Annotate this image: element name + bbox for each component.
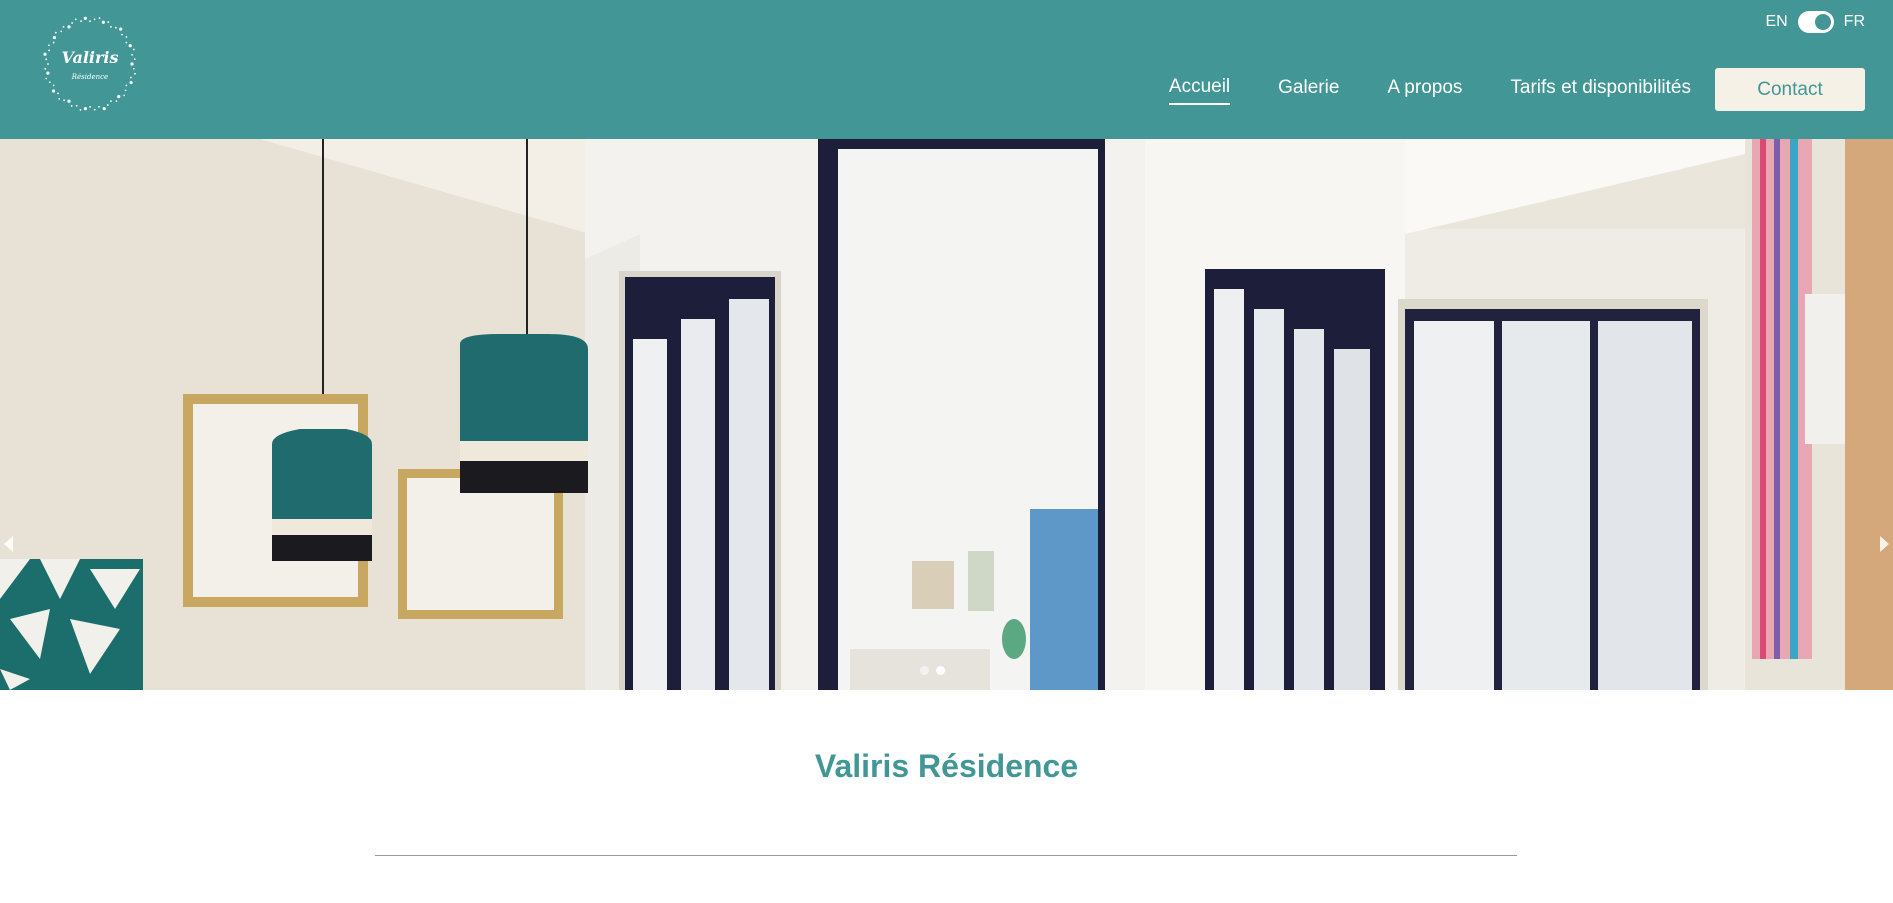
logo-subtitle: Résidence bbox=[71, 73, 108, 81]
nav-accueil[interactable]: Accueil bbox=[1168, 75, 1231, 105]
site-header: Valiris Résidence EN FR Accueil Galerie … bbox=[0, 0, 1893, 139]
hero-image bbox=[0, 139, 1893, 690]
carousel-dot-2[interactable] bbox=[936, 666, 945, 675]
divider bbox=[375, 855, 1517, 856]
main-nav: Accueil Galerie A propos Tarifs et dispo… bbox=[1168, 68, 1865, 111]
arrow-right-icon[interactable] bbox=[1880, 536, 1889, 552]
nav-galerie[interactable]: Galerie bbox=[1278, 76, 1339, 104]
carousel-dot-1[interactable] bbox=[920, 666, 929, 675]
nav-tarifs[interactable]: Tarifs et disponibilités bbox=[1510, 76, 1691, 104]
logo-name: Valiris bbox=[62, 48, 119, 67]
nav-a-propos[interactable]: A propos bbox=[1387, 76, 1462, 104]
logo[interactable]: Valiris Résidence bbox=[42, 13, 138, 115]
language-switch: EN FR bbox=[1765, 11, 1865, 33]
carousel-dots bbox=[920, 666, 945, 675]
page-title: Valiris Résidence bbox=[814, 748, 1079, 784]
lang-fr[interactable]: FR bbox=[1844, 13, 1865, 31]
lang-en[interactable]: EN bbox=[1765, 13, 1787, 31]
arrow-left-icon[interactable] bbox=[4, 536, 13, 552]
hero-carousel bbox=[0, 139, 1893, 690]
contact-button[interactable]: Contact bbox=[1715, 68, 1865, 111]
language-toggle[interactable] bbox=[1797, 11, 1834, 33]
toggle-knob bbox=[1814, 14, 1831, 30]
